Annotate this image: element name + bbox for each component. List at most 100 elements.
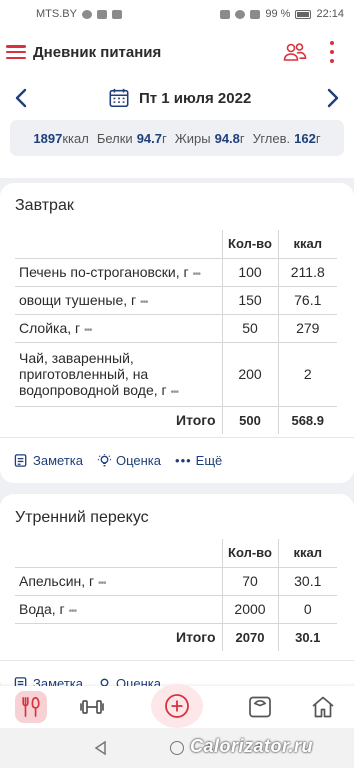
current-date: Пт 1 июля 2022: [139, 89, 252, 107]
summary-protein-label: Белки: [96, 130, 133, 146]
meal-title: Утренний перекус: [15, 509, 149, 526]
summary-protein-unit: г: [162, 130, 167, 146]
hamburger-icon[interactable]: [6, 45, 26, 59]
daily-summary: 1897 ккал Белки 94.7 г Жиры 94.8 г Углев…: [10, 120, 344, 156]
total-qty: 500: [222, 406, 279, 434]
food-icon: [22, 697, 40, 717]
food-kcal: 279: [278, 314, 337, 343]
home-icon: [312, 696, 334, 718]
food-kcal: 30.1: [278, 567, 337, 596]
bluetooth-icon: [250, 9, 261, 19]
food-table: Кол-во ккал Апельсин, г ••• 70 30.1 Вода…: [15, 539, 337, 651]
table-row[interactable]: Слойка, г ••• 50 279: [15, 314, 337, 343]
people-icon[interactable]: [283, 40, 307, 64]
add-entry-button[interactable]: [151, 684, 203, 728]
rating-label: Оценка: [115, 453, 162, 468]
food-qty[interactable]: 200: [222, 342, 279, 407]
total-qty: 2070: [222, 623, 279, 651]
col-kcal-header: ккал: [278, 230, 337, 259]
meal-card-breakfast: Завтрак Кол-во ккал Печень по-строгановс…: [0, 183, 354, 483]
summary-fat-label: Жиры: [174, 130, 211, 146]
food-qty[interactable]: 70: [222, 567, 279, 596]
carrier-label: MTS.BY: [36, 8, 77, 20]
date-picker[interactable]: Пт 1 июля 2022: [108, 86, 251, 110]
col-qty-header: Кол-во: [222, 539, 279, 568]
meal-title: Завтрак: [15, 197, 74, 214]
battery-icon: [295, 9, 312, 19]
food-name[interactable]: овощи тушеные, г: [19, 292, 136, 308]
total-label: Итого: [15, 406, 223, 434]
nav-diary-button[interactable]: [15, 691, 47, 723]
meal-card-snack: Утренний перекус Кол-во ккал Апельсин, г…: [0, 494, 354, 694]
nav-weight-button[interactable]: [244, 691, 276, 723]
status-bar: MTS.BY 99 % 22:14: [0, 0, 354, 28]
food-name[interactable]: Вода, г: [19, 601, 65, 617]
note-icon: [14, 454, 27, 467]
rating-button[interactable]: Оценка: [97, 453, 161, 468]
total-row: Итого 2070 30.1: [15, 623, 337, 651]
col-name-header: [15, 230, 223, 259]
page-title: Дневник питания: [33, 43, 162, 61]
food-kcal: 211.8: [278, 258, 337, 287]
food-kcal: 2: [278, 342, 337, 407]
cloud-icon: [96, 9, 107, 19]
col-qty-header: Кол-во: [222, 230, 279, 259]
food-kcal: 76.1: [278, 286, 337, 315]
notification-icon: [111, 9, 122, 19]
nav-exercise-button[interactable]: [76, 691, 108, 723]
col-kcal-header: ккал: [278, 539, 337, 568]
table-row[interactable]: Вода, г ••• 2000 0: [15, 595, 337, 624]
summary-protein: 94.7: [136, 130, 162, 146]
lightbulb-icon: [97, 453, 112, 467]
row-more-icon[interactable]: •••: [171, 387, 179, 398]
more-dots-icon: •••: [175, 453, 192, 468]
summary-carbs: 162: [294, 130, 316, 146]
summary-fat-unit: г: [239, 130, 245, 146]
note-button[interactable]: Заметка: [14, 453, 83, 468]
food-name[interactable]: Чай, заваренный, приготовленный, на водо…: [19, 350, 167, 398]
alarm-icon: [235, 9, 246, 19]
food-name[interactable]: Слойка, г: [19, 320, 80, 336]
table-row[interactable]: Печень по-строгановски, г ••• 100 211.8: [15, 258, 337, 287]
food-kcal: 0: [278, 595, 337, 624]
back-icon[interactable]: [93, 740, 109, 756]
summary-fat: 94.8: [214, 130, 240, 146]
summary-kcal: 1897: [33, 130, 63, 146]
date-bar: Пт 1 июля 2022 1897 ккал Белки 94.7 г Жи…: [0, 76, 354, 178]
note-label: Заметка: [33, 453, 83, 468]
clock: 22:14: [316, 8, 344, 20]
row-more-icon[interactable]: •••: [193, 269, 201, 280]
calendar-icon: [109, 88, 129, 108]
meal-actions: Заметка Оценка ••• Ещё: [0, 437, 354, 483]
nfc-icon: [220, 9, 231, 19]
bottom-nav: [0, 684, 354, 728]
table-row[interactable]: овощи тушеные, г ••• 150 76.1: [15, 286, 337, 315]
nav-home-button[interactable]: [307, 691, 339, 723]
row-more-icon[interactable]: •••: [140, 297, 148, 308]
dumbbell-icon: [80, 700, 104, 714]
table-row[interactable]: Апельсин, г ••• 70 30.1: [15, 567, 337, 596]
more-label: Ещё: [195, 453, 223, 468]
food-qty[interactable]: 2000: [222, 595, 279, 624]
table-row[interactable]: Чай, заваренный, приготовленный, на водо…: [15, 342, 337, 407]
total-kcal: 568.9: [291, 412, 325, 428]
battery-percent: 99 %: [265, 8, 291, 20]
next-day-icon[interactable]: [320, 86, 344, 110]
prev-day-icon[interactable]: [10, 86, 34, 110]
food-name[interactable]: Печень по-строгановски, г: [19, 264, 189, 280]
food-qty[interactable]: 150: [222, 286, 279, 315]
row-more-icon[interactable]: •••: [98, 578, 106, 589]
summary-carbs-unit: г: [315, 130, 321, 146]
home-circle-icon[interactable]: [170, 741, 184, 755]
total-label: Итого: [15, 623, 223, 651]
row-more-icon[interactable]: •••: [69, 606, 77, 617]
food-table: Кол-во ккал Печень по-строгановски, г ••…: [15, 230, 337, 434]
row-more-icon[interactable]: •••: [84, 325, 92, 336]
scale-icon: [249, 696, 271, 718]
food-name[interactable]: Апельсин, г: [19, 573, 94, 589]
summary-carbs-label: Углев.: [252, 130, 291, 146]
more-vertical-icon[interactable]: [328, 41, 336, 63]
food-qty[interactable]: 50: [222, 314, 279, 343]
food-qty[interactable]: 100: [222, 258, 279, 287]
more-button[interactable]: ••• Ещё: [175, 453, 222, 468]
